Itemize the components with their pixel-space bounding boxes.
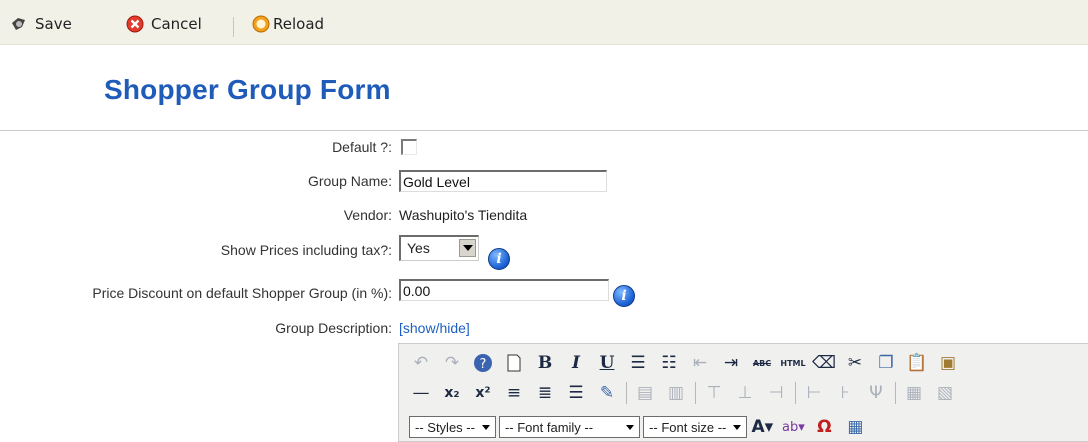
show-prices-select[interactable]: Yes [399,235,479,261]
styles-dropdown[interactable]: -- Styles -- [409,416,496,438]
numbered-list-icon[interactable]: ☷ [657,351,681,375]
chevron-down-icon[interactable] [459,239,476,257]
row-before-icon[interactable]: ⊤ [702,381,726,405]
editor-toolbar-row-1: ↶ ↷ ? B I U ☰ ☷ ⇤ ⇥ ABC HTML ⌫ ✂ ❐ 📋 ▣ [409,348,967,378]
col-after-icon[interactable]: ⊦ [833,381,857,405]
undo-icon[interactable]: ↶ [409,351,433,375]
edit-icon[interactable]: ✎ [595,381,619,405]
reload-label: Reload [273,15,325,33]
split-cells-icon[interactable]: ▦ [902,381,926,405]
highlight-color-icon[interactable]: ab▾ [781,415,805,439]
redo-icon[interactable]: ↷ [440,351,464,375]
vendor-value: Washupito's Tiendita [399,207,528,223]
merge-cells-icon[interactable]: ▧ [933,381,957,405]
save-icon [10,15,28,33]
editor-separator [895,382,896,404]
editor-separator [795,382,796,404]
align-center-icon[interactable]: ≣ [533,381,557,405]
font-family-dropdown[interactable]: -- Font family -- [498,416,641,438]
help-icon[interactable]: ? [471,351,495,375]
group-name-input[interactable] [399,170,607,192]
editor-toolbar-row-2: — x₂ x² ≡ ≣ ☰ ✎ ▤ ▥ ⊤ ⊥ ⊣ ⊢ ⊦ Ψ ▦ ▧ [409,378,964,408]
save-label: Save [35,15,72,33]
subscript-icon[interactable]: x₂ [440,381,464,405]
indent-icon[interactable]: ⇥ [719,351,743,375]
price-discount-info-icon[interactable]: i [613,285,635,307]
save-button[interactable]: Save [10,14,72,34]
italic-icon[interactable]: I [564,351,588,375]
bullet-list-icon[interactable]: ☰ [626,351,650,375]
rich-text-editor: ↶ ↷ ? B I U ☰ ☷ ⇤ ⇥ ABC HTML ⌫ ✂ ❐ 📋 ▣ —… [398,343,1088,442]
cell-props-icon[interactable]: ▥ [664,381,688,405]
editor-separator [695,382,696,404]
group-description-label: Group Description: [275,320,392,336]
cancel-label: Cancel [151,15,202,33]
cut-icon[interactable]: ✂ [843,351,867,375]
cancel-icon [126,15,144,33]
editor-toolbar-row-3: -- Styles -- -- Font family -- -- Font s… [409,412,874,442]
delete-col-icon[interactable]: Ψ [864,381,888,405]
reload-button[interactable]: Reload [252,14,324,34]
bold-icon[interactable]: B [533,351,557,375]
outdent-icon[interactable]: ⇤ [688,351,712,375]
table-props-icon[interactable]: ▤ [633,381,657,405]
paste-word-icon[interactable]: ▣ [936,351,960,375]
html-icon[interactable]: HTML [780,351,805,375]
align-left-icon[interactable]: ≡ [502,381,526,405]
show-prices-info-icon[interactable]: i [488,248,510,270]
eraser-icon[interactable]: ⌫ [812,351,836,375]
top-toolbar: Save Cancel Reload [0,0,1088,45]
price-discount-label: Price Discount on default Shopper Group … [92,285,392,301]
text-color-icon[interactable]: A▾ [750,415,774,439]
page-title: Shopper Group Form [104,74,391,105]
reload-icon [252,15,270,33]
vendor-label: Vendor: [343,207,392,223]
show-hide-link[interactable]: [show/hide] [399,320,470,336]
show-prices-label: Show Prices including tax?: [220,242,392,258]
insert-table-icon[interactable]: ▦ [843,415,867,439]
superscript-icon[interactable]: x² [471,381,495,405]
cancel-button[interactable]: Cancel [126,14,202,34]
horizontal-rule-icon[interactable]: — [409,381,433,405]
toolbar-divider [233,17,234,37]
underline-icon[interactable]: U [595,351,619,375]
align-justify-icon[interactable]: ☰ [564,381,588,405]
spellcheck-icon[interactable]: ABC [750,351,774,375]
row-after-icon[interactable]: ⊥ [733,381,757,405]
svg-text:?: ? [480,357,487,372]
font-size-dropdown[interactable]: -- Font size -- [643,416,748,438]
default-checkbox[interactable] [401,139,417,155]
col-before-icon[interactable]: ⊢ [802,381,826,405]
group-name-label: Group Name: [307,173,392,189]
price-discount-input[interactable] [399,279,609,301]
default-label: Default ?: [332,139,392,155]
paste-icon[interactable]: 📋 [905,351,929,375]
editor-separator [626,382,627,404]
new-document-icon[interactable] [502,351,526,375]
title-divider [0,130,1088,131]
delete-row-icon[interactable]: ⊣ [764,381,788,405]
copy-icon[interactable]: ❐ [874,351,898,375]
show-prices-selected: Yes [407,240,430,256]
special-char-icon[interactable]: Ω [812,415,836,439]
